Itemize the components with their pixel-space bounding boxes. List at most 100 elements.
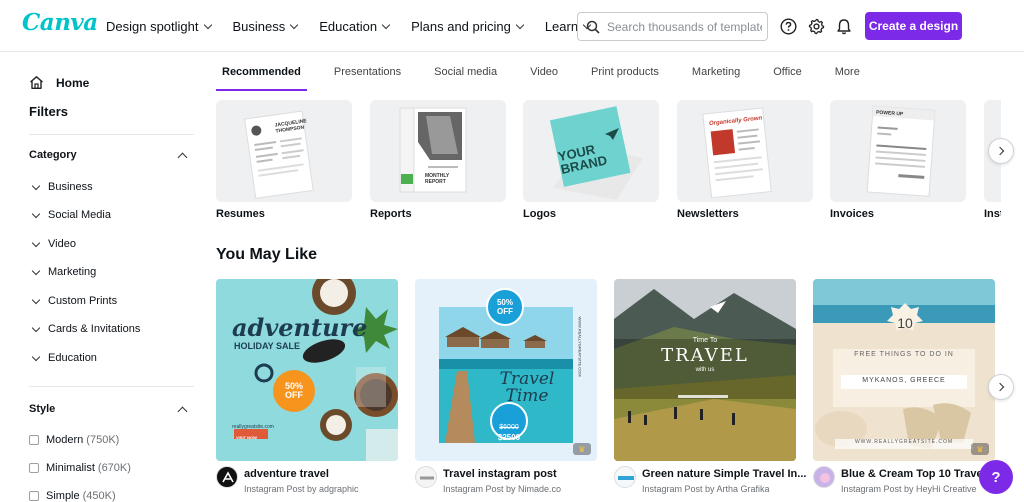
author-logo-icon xyxy=(222,471,234,483)
chevron-down-icon xyxy=(31,352,41,361)
template-card-blue-cream[interactable]: 10 FREE THINGS TO DO IN MYKANOS, GREECE … xyxy=(813,279,995,461)
nav-label: Design spotlight xyxy=(106,18,199,34)
travel-script: Travel Time xyxy=(499,369,555,406)
template-card-adventure[interactable]: adventure HOLIDAY SALE 50% OFF reallygre… xyxy=(216,279,398,461)
blue-cream-number: 10 xyxy=(897,315,913,331)
avatar[interactable] xyxy=(216,466,238,488)
adventure-sub: HOLIDAY SALE xyxy=(234,341,301,351)
blue-cream-line2: MYKANOS, GREECE xyxy=(862,377,946,384)
template-meta: Travel instagram post Instagram Post by … xyxy=(415,466,615,500)
category-marketing[interactable]: Marketing xyxy=(31,266,97,278)
template-author[interactable]: Instagram Post by HeyHi Creative xyxy=(841,484,977,494)
search-box[interactable] xyxy=(577,12,768,41)
category-card-resumes[interactable]: JACQUELINE THOMPSON xyxy=(216,100,352,202)
nav-education[interactable]: Education xyxy=(319,19,391,34)
search-icon xyxy=(586,20,600,34)
nav-label: Business xyxy=(232,18,286,34)
create-design-button[interactable]: Create a design xyxy=(865,12,962,40)
category-social-media[interactable]: Social Media xyxy=(31,209,111,221)
category-label-reports[interactable]: Reports xyxy=(370,208,412,220)
adventure-cta: VISIT NOW xyxy=(236,435,257,440)
template-title[interactable]: Travel instagram post xyxy=(443,468,615,480)
report-thumbnail xyxy=(399,107,467,193)
chevron-down-icon xyxy=(31,323,41,332)
style-name: Modern xyxy=(46,434,84,446)
blue-cream-url: WWW.REALLYGREATSITE.COM xyxy=(854,439,954,445)
category-label-resumes[interactable]: Resumes xyxy=(216,208,265,220)
nav-label: Plans and pricing xyxy=(411,18,511,34)
nav-plans-pricing[interactable]: Plans and pricing xyxy=(411,18,525,34)
canva-logo[interactable]: Canva xyxy=(22,9,98,36)
category-label-logos[interactable]: Logos xyxy=(523,208,556,220)
category-label: Marketing xyxy=(48,266,97,278)
home-link[interactable]: Home xyxy=(29,75,89,90)
template-author[interactable]: Instagram Post by Artha Grafika xyxy=(642,484,770,494)
category-cards-invitations[interactable]: Cards & Invitations xyxy=(31,323,140,335)
avatar[interactable] xyxy=(415,466,437,488)
category-custom-prints[interactable]: Custom Prints xyxy=(31,295,118,307)
tab-marketing[interactable]: Marketing xyxy=(692,53,740,91)
checkbox[interactable] xyxy=(29,435,39,445)
tab-print-products[interactable]: Print products xyxy=(591,53,659,91)
next-templates-button[interactable] xyxy=(988,374,1014,400)
tab-more[interactable]: More xyxy=(835,53,860,91)
template-title[interactable]: adventure travel xyxy=(244,468,416,480)
tab-video[interactable]: Video xyxy=(530,53,558,91)
checkbox[interactable] xyxy=(29,463,39,473)
template-meta: Green nature Simple Travel In... Instagr… xyxy=(614,466,814,500)
tab-social-media[interactable]: Social media xyxy=(434,53,497,91)
help-chat-button[interactable]: ? xyxy=(979,460,1013,494)
style-simple[interactable]: Simple (450K) xyxy=(29,490,116,502)
category-label-invoices[interactable]: Invoices xyxy=(830,208,874,220)
category-header[interactable]: Category xyxy=(29,149,189,162)
style-name: Simple xyxy=(46,490,80,502)
nav-design-spotlight[interactable]: Design spotlight xyxy=(106,18,212,34)
top-bar: Canva Design spotlight Business Educatio… xyxy=(0,0,1024,52)
chevron-down-icon xyxy=(290,20,299,29)
chevron-down-icon xyxy=(515,20,525,29)
next-categories-button[interactable] xyxy=(988,138,1014,164)
tab-presentations[interactable]: Presentations xyxy=(334,53,401,91)
style-header[interactable]: Style xyxy=(29,403,189,416)
category-label-newsletters[interactable]: Newsletters xyxy=(677,208,739,220)
avatar[interactable] xyxy=(813,466,835,488)
template-card-travel-instagram[interactable]: 50% OFF Travel Time $6000 $2500 WWW.REAL… xyxy=(415,279,597,461)
help-icon[interactable] xyxy=(778,16,798,36)
template-author[interactable]: Instagram Post by Nimade.co xyxy=(443,484,561,494)
template-card-green-nature[interactable]: Time To TRAVEL with us xyxy=(614,279,796,461)
resume-thumbnail xyxy=(244,110,314,199)
gear-icon[interactable] xyxy=(806,16,826,36)
category-card-invoices[interactable]: POWER UP xyxy=(830,100,966,202)
chevron-down-icon xyxy=(203,20,212,29)
category-label-instagram[interactable]: Inst xyxy=(984,208,1001,220)
report-thumb-text: MONTHLY REPORT xyxy=(425,173,450,185)
bell-icon[interactable] xyxy=(834,16,854,36)
category-label: Custom Prints xyxy=(48,295,118,307)
category-education[interactable]: Education xyxy=(31,352,97,364)
style-minimalist[interactable]: Minimalist (670K) xyxy=(29,462,131,474)
category-video[interactable]: Video xyxy=(31,238,76,250)
category-card-reports[interactable]: MONTHLY REPORT xyxy=(370,100,506,202)
category-business[interactable]: Business xyxy=(31,181,93,193)
category-card-logos[interactable]: YOUR BRAND xyxy=(523,100,659,202)
tab-recommended[interactable]: Recommended xyxy=(216,53,307,91)
template-author[interactable]: Instagram Post by adgraphic xyxy=(244,484,359,494)
category-tabs: Recommended Presentations Social media V… xyxy=(216,53,893,91)
home-icon xyxy=(30,76,43,89)
adventure-badge: 50% OFF xyxy=(284,381,303,400)
author-logo-icon xyxy=(420,476,434,480)
chevron-down-icon xyxy=(31,266,41,275)
tab-office[interactable]: Office xyxy=(773,53,802,91)
avatar[interactable] xyxy=(614,466,636,488)
category-label: Business xyxy=(48,181,93,193)
template-title[interactable]: Green nature Simple Travel In... xyxy=(642,468,814,480)
author-logo-icon xyxy=(618,476,634,480)
style-modern[interactable]: Modern (750K) xyxy=(29,434,119,446)
premium-crown-icon: ♛ xyxy=(971,443,989,455)
nav-label: Learn xyxy=(544,18,579,34)
category-card-newsletters[interactable]: Organically Grown xyxy=(677,100,813,202)
nav-business[interactable]: Business xyxy=(232,18,299,34)
style-name: Minimalist xyxy=(46,462,95,474)
main-nav: Design spotlight Business Education Plan… xyxy=(106,0,612,52)
search-input[interactable] xyxy=(607,19,762,34)
